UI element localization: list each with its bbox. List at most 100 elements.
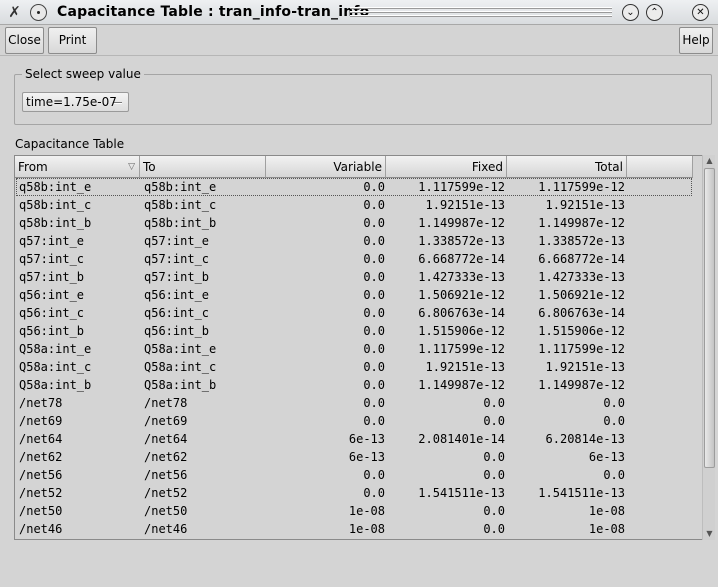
cell-to: q56:int_c bbox=[144, 306, 210, 320]
cell-fixed: 0.0 bbox=[483, 504, 505, 518]
cell-variable: 0.0 bbox=[363, 252, 385, 266]
cell-variable: 6e-13 bbox=[348, 432, 385, 446]
table-row[interactable]: q58b:int_e q58b:int_e 0.0 1.117599e-12 1.117… bbox=[15, 178, 693, 196]
cell-variable: 0.0 bbox=[363, 360, 385, 374]
sweep-value-dropdown[interactable]: time=1.75e-07 bbox=[22, 92, 129, 112]
table-row[interactable]: /net56/net56 0.0 0.0 0.0 bbox=[15, 466, 693, 484]
cell-from: q56:int_c bbox=[19, 306, 85, 320]
title-bar[interactable]: ✗ Capacitance Table : tran_info-tran_inf… bbox=[0, 0, 718, 25]
cell-from: q57:int_c bbox=[19, 252, 85, 266]
table-row[interactable]: Q58a:int_e Q58a:int_e 0.0 1.117599e-12 1.117… bbox=[15, 340, 693, 358]
table-row[interactable]: /net62/net62 6e-13 0.0 6e-13 bbox=[15, 448, 693, 466]
cell-variable: 0.0 bbox=[363, 198, 385, 212]
cell-from: /net69 bbox=[19, 414, 63, 428]
table-caption: Capacitance Table bbox=[15, 137, 125, 151]
cell-total: 6.20814e-13 bbox=[545, 432, 625, 446]
cell-from: q58b:int_e bbox=[19, 180, 92, 194]
cell-total: 1.92151e-13 bbox=[545, 198, 625, 212]
table-row[interactable]: /net50/net50 1e-08 0.0 1e-08 bbox=[15, 502, 693, 520]
cell-to: /net52 bbox=[144, 486, 188, 500]
cell-from: /net62 bbox=[19, 450, 63, 464]
minimize-icon[interactable]: ⌄ bbox=[622, 4, 639, 21]
cell-fixed: 0.0 bbox=[483, 468, 505, 482]
cell-total: 1.117599e-12 bbox=[538, 180, 625, 194]
cell-to: q57:int_e bbox=[144, 234, 210, 248]
cell-fixed: 0.0 bbox=[483, 522, 505, 536]
table-row[interactable]: q57:int_e q57:int_e 0.0 1.338572e-13 1.33857… bbox=[15, 232, 693, 250]
maximize-icon[interactable]: ⌃ bbox=[646, 4, 663, 21]
table-row[interactable]: /net52/net52 0.0 1.541511e-13 1.541511e-13 bbox=[15, 484, 693, 502]
cell-to: q57:int_c bbox=[144, 252, 210, 266]
cell-fixed: 1.149987e-12 bbox=[418, 378, 505, 392]
column-header-from[interactable]: From ▽ bbox=[15, 156, 140, 178]
table-row[interactable]: Q58a:int_c Q58a:int_c 0.0 1.92151e-13 1.9215… bbox=[15, 358, 693, 376]
toolbar: Close Print Help bbox=[0, 25, 718, 56]
cell-total: 1e-08 bbox=[588, 522, 625, 536]
help-button[interactable]: Help bbox=[679, 27, 713, 54]
cell-fixed: 1.117599e-12 bbox=[418, 180, 505, 194]
table-row[interactable]: /net46/net46 1e-08 0.0 1e-08 bbox=[15, 520, 693, 538]
column-header-variable[interactable]: Variable bbox=[266, 156, 386, 178]
cell-variable: 0.0 bbox=[363, 378, 385, 392]
cell-from: q58b:int_b bbox=[19, 216, 92, 230]
cell-to: /net62 bbox=[144, 450, 188, 464]
cell-to: q58b:int_b bbox=[144, 216, 217, 230]
sweep-value-text: time=1.75e-07 bbox=[26, 95, 117, 109]
table-row[interactable]: q56:int_c q56:int_c 0.0 6.806763e-14 6.80676… bbox=[15, 304, 693, 322]
cell-variable: 0.0 bbox=[363, 216, 385, 230]
close-button[interactable]: Close bbox=[5, 27, 44, 54]
cell-to: /net69 bbox=[144, 414, 188, 428]
table-row[interactable]: /net64/net64 6e-13 2.081401e-14 6.20814e-13 bbox=[15, 430, 693, 448]
table-row[interactable]: q58b:int_b q58b:int_b 0.0 1.149987e-12 1.149… bbox=[15, 214, 693, 232]
sweep-group-label: Select sweep value bbox=[22, 67, 144, 81]
cell-variable: 0.0 bbox=[363, 234, 385, 248]
cell-from: /net52 bbox=[19, 486, 63, 500]
cell-from: /net46 bbox=[19, 522, 63, 536]
cell-from: q56:int_b bbox=[19, 324, 85, 338]
table-header: From ▽ To Variable Fixed Total bbox=[15, 156, 703, 178]
table-row[interactable]: q57:int_b q57:int_b 0.0 1.427333e-13 1.42733… bbox=[15, 268, 693, 286]
table-row[interactable]: q57:int_c q57:int_c 0.0 6.668772e-14 6.66877… bbox=[15, 250, 693, 268]
window-title: Capacitance Table : tran_info-tran_info bbox=[57, 4, 370, 20]
cell-fixed: 0.0 bbox=[483, 414, 505, 428]
cell-from: Q58a:int_e bbox=[19, 342, 92, 356]
cell-to: /net56 bbox=[144, 468, 188, 482]
scrollbar-thumb[interactable] bbox=[704, 168, 715, 468]
table-row[interactable]: /net69/net69 0.0 0.0 0.0 bbox=[15, 412, 693, 430]
table-row[interactable]: /net78/net78 0.0 0.0 0.0 bbox=[15, 394, 693, 412]
cell-to: q58b:int_e bbox=[144, 180, 217, 194]
cell-variable: 0.0 bbox=[363, 396, 385, 410]
column-header-to[interactable]: To bbox=[140, 156, 266, 178]
column-header-filler bbox=[627, 156, 693, 178]
cell-variable: 6e-13 bbox=[348, 450, 385, 464]
cell-variable: 1e-08 bbox=[348, 522, 385, 536]
title-bar-grip bbox=[350, 7, 612, 18]
column-header-fixed[interactable]: Fixed bbox=[386, 156, 507, 178]
cell-to: q58b:int_c bbox=[144, 198, 217, 212]
vertical-scrollbar[interactable]: ▲ ▼ bbox=[702, 155, 715, 540]
print-button[interactable]: Print bbox=[48, 27, 97, 54]
capacitance-table[interactable]: From ▽ To Variable Fixed Total q58b:int_… bbox=[14, 155, 704, 540]
cell-fixed: 1.338572e-13 bbox=[418, 234, 505, 248]
cell-total: 0.0 bbox=[603, 396, 625, 410]
table-row[interactable]: q58b:int_c q58b:int_c 0.0 1.92151e-13 1.9215… bbox=[15, 196, 693, 214]
scroll-down-icon[interactable]: ▼ bbox=[704, 528, 715, 540]
window-menu-icon[interactable] bbox=[30, 4, 47, 21]
scroll-up-icon[interactable]: ▲ bbox=[704, 155, 715, 167]
cell-fixed: 6.806763e-14 bbox=[418, 306, 505, 320]
cell-fixed: 2.081401e-14 bbox=[418, 432, 505, 446]
cell-variable: 0.0 bbox=[363, 288, 385, 302]
cell-fixed: 6.668772e-14 bbox=[418, 252, 505, 266]
cell-variable: 0.0 bbox=[363, 468, 385, 482]
cell-total: 1.117599e-12 bbox=[538, 342, 625, 356]
table-body: q58b:int_e q58b:int_e 0.0 1.117599e-12 1.117… bbox=[15, 178, 703, 538]
close-window-icon[interactable]: ✕ bbox=[692, 4, 709, 21]
column-header-total[interactable]: Total bbox=[507, 156, 627, 178]
table-row[interactable]: q56:int_b q56:int_b 0.0 1.515906e-12 1.51590… bbox=[15, 322, 693, 340]
cell-fixed: 1.117599e-12 bbox=[418, 342, 505, 356]
cell-to: Q58a:int_b bbox=[144, 378, 217, 392]
table-row[interactable]: Q58a:int_b Q58a:int_b 0.0 1.149987e-12 1.149… bbox=[15, 376, 693, 394]
cell-total: 1.506921e-12 bbox=[538, 288, 625, 302]
table-row[interactable]: q56:int_e q56:int_e 0.0 1.506921e-12 1.50692… bbox=[15, 286, 693, 304]
x-tool-icon[interactable]: ✗ bbox=[6, 4, 23, 21]
